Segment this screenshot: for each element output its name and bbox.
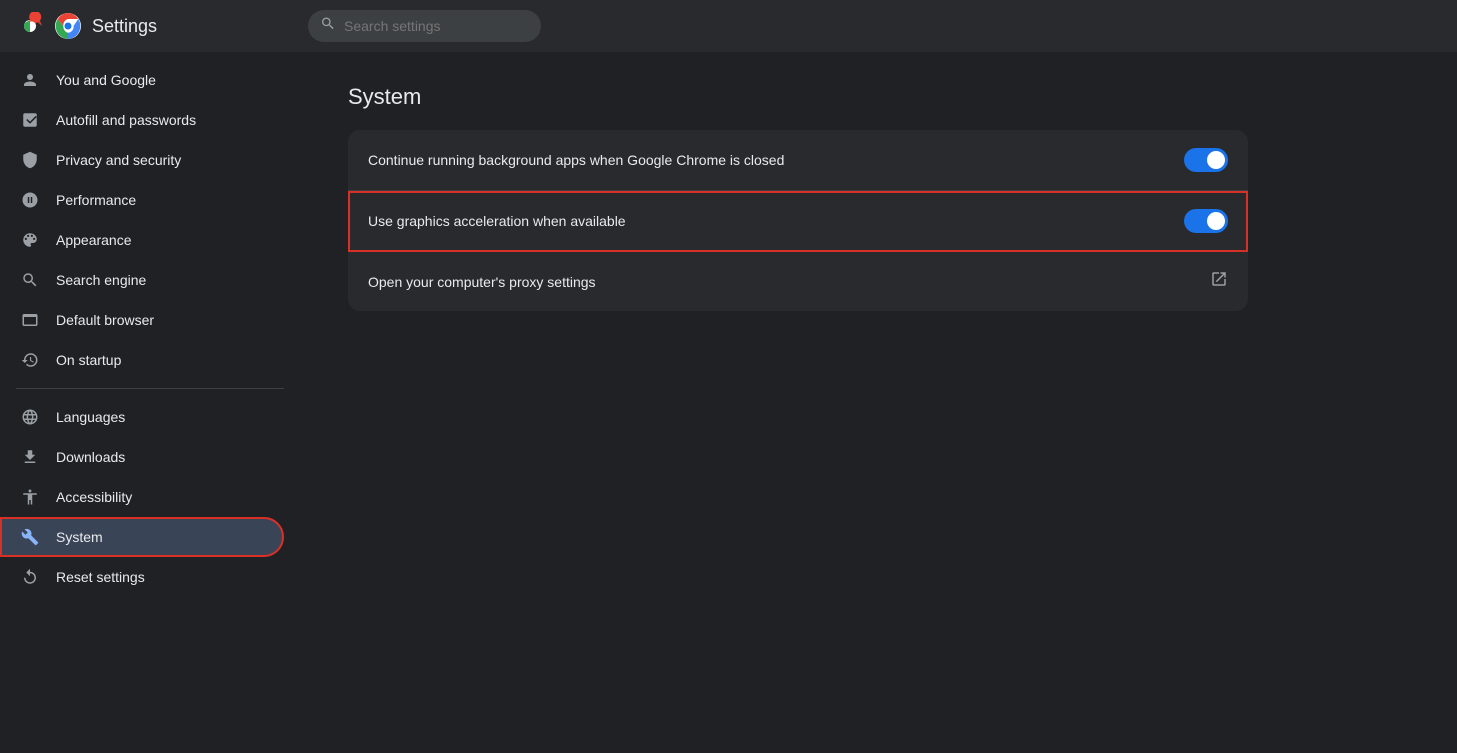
sidebar-item-on-startup[interactable]: On startup bbox=[0, 340, 284, 380]
sidebar-item-reset-settings[interactable]: Reset settings bbox=[0, 557, 284, 597]
globe-icon bbox=[20, 407, 40, 427]
search-input[interactable] bbox=[308, 10, 541, 42]
accessibility-icon bbox=[20, 487, 40, 507]
toggle-track bbox=[1184, 148, 1228, 172]
sidebar-item-default-browser[interactable]: Default browser bbox=[0, 300, 284, 340]
sidebar-item-appearance[interactable]: Appearance bbox=[0, 220, 284, 260]
toggle-track bbox=[1184, 209, 1228, 233]
sidebar-item-label: You and Google bbox=[56, 72, 156, 88]
sidebar-item-languages[interactable]: Languages bbox=[0, 397, 284, 437]
sidebar-item-privacy[interactable]: Privacy and security bbox=[0, 140, 284, 180]
sidebar-item-system[interactable]: System bbox=[0, 517, 284, 557]
sidebar-item-label: Privacy and security bbox=[56, 152, 181, 168]
sidebar-item-label: Appearance bbox=[56, 232, 132, 248]
sidebar-item-label: Autofill and passwords bbox=[56, 112, 196, 128]
sidebar-item-label: On startup bbox=[56, 352, 121, 368]
main-layout: You and Google Autofill and passwords Pr… bbox=[0, 52, 1457, 753]
person-icon bbox=[20, 70, 40, 90]
sidebar-item-you-and-google[interactable]: You and Google bbox=[0, 60, 284, 100]
sidebar-item-label: Reset settings bbox=[56, 569, 145, 585]
proxy-settings-label: Open your computer's proxy settings bbox=[368, 274, 596, 290]
palette-icon bbox=[20, 230, 40, 250]
sidebar-item-label: Languages bbox=[56, 409, 125, 425]
background-apps-row: Continue running background apps when Go… bbox=[348, 130, 1248, 191]
sidebar-item-label: Default browser bbox=[56, 312, 154, 328]
sidebar-item-performance[interactable]: Performance bbox=[0, 180, 284, 220]
chrome-logo-icon bbox=[16, 12, 44, 40]
section-title: System bbox=[348, 84, 1409, 110]
sidebar-item-autofill[interactable]: Autofill and passwords bbox=[0, 100, 284, 140]
shield-icon bbox=[20, 150, 40, 170]
top-bar: Settings bbox=[0, 0, 1457, 52]
graphics-acceleration-label: Use graphics acceleration when available bbox=[368, 213, 626, 229]
sidebar-divider bbox=[16, 388, 284, 389]
graphics-acceleration-row: Use graphics acceleration when available bbox=[348, 191, 1248, 252]
performance-icon bbox=[20, 190, 40, 210]
autofill-icon bbox=[20, 110, 40, 130]
search-icon bbox=[320, 16, 336, 37]
toggle-thumb bbox=[1207, 212, 1225, 230]
reset-icon bbox=[20, 567, 40, 587]
startup-icon bbox=[20, 350, 40, 370]
page-title: Settings bbox=[92, 16, 157, 37]
toggle-thumb bbox=[1207, 151, 1225, 169]
sidebar-item-accessibility[interactable]: Accessibility bbox=[0, 477, 284, 517]
search-engine-icon bbox=[20, 270, 40, 290]
download-icon bbox=[20, 447, 40, 467]
sidebar: You and Google Autofill and passwords Pr… bbox=[0, 52, 300, 753]
browser-icon bbox=[20, 310, 40, 330]
sidebar-item-downloads[interactable]: Downloads bbox=[0, 437, 284, 477]
graphics-acceleration-toggle[interactable] bbox=[1184, 209, 1228, 233]
sidebar-item-label: Performance bbox=[56, 192, 136, 208]
background-apps-toggle[interactable] bbox=[1184, 148, 1228, 172]
settings-card: Continue running background apps when Go… bbox=[348, 130, 1248, 311]
background-apps-label: Continue running background apps when Go… bbox=[368, 152, 784, 168]
content-area: System Continue running background apps … bbox=[300, 52, 1457, 753]
proxy-settings-row[interactable]: Open your computer's proxy settings bbox=[348, 252, 1248, 311]
sidebar-item-label: Accessibility bbox=[56, 489, 132, 505]
logo-area: Settings bbox=[16, 12, 296, 40]
sidebar-item-label: Downloads bbox=[56, 449, 125, 465]
search-container bbox=[308, 10, 1168, 42]
sidebar-item-label: System bbox=[56, 529, 103, 545]
wrench-icon bbox=[20, 527, 40, 547]
sidebar-item-search-engine[interactable]: Search engine bbox=[0, 260, 284, 300]
external-link-icon bbox=[1210, 270, 1228, 293]
sidebar-item-label: Search engine bbox=[56, 272, 146, 288]
chrome-logo-icon bbox=[54, 12, 82, 40]
